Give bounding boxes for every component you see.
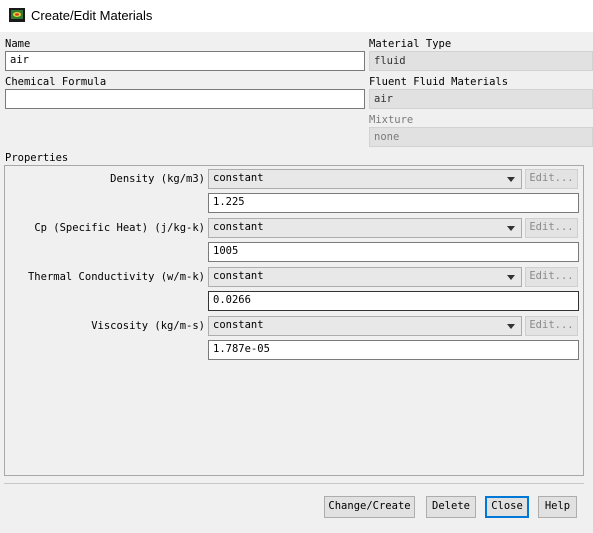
delete-button[interactable]: Delete (426, 496, 476, 518)
thermal-conductivity-method-select[interactable]: constant (208, 267, 522, 287)
chevron-down-icon (507, 324, 515, 329)
cp-value-input[interactable]: 1005 (208, 242, 579, 262)
viscosity-method-value: constant (213, 319, 264, 331)
window-title: Create/Edit Materials (31, 8, 153, 23)
chevron-down-icon (507, 226, 515, 231)
fluent-fluid-materials-label: Fluent Fluid Materials (369, 76, 509, 88)
fluent-fluid-materials-select[interactable]: air (369, 89, 593, 109)
properties-label: Properties (5, 152, 69, 164)
thermal-conductivity-value-input[interactable]: 0.0266 (208, 291, 579, 311)
cp-method-select[interactable]: constant (208, 218, 522, 238)
viscosity-label: Viscosity (kg/m-s) (91, 320, 205, 332)
mixture-select: none (369, 127, 593, 147)
chemical-formula-label: Chemical Formula (5, 76, 107, 88)
density-value-input[interactable]: 1.225 (208, 193, 579, 213)
cp-label: Cp (Specific Heat) (j/kg-k) (34, 222, 205, 234)
viscosity-value-input[interactable]: 1.787e-05 (208, 340, 579, 360)
chemical-formula-input[interactable] (5, 89, 365, 109)
density-label: Density (kg/m3) (110, 173, 205, 185)
thermal-conductivity-method-value: constant (213, 270, 264, 282)
thermal-conductivity-edit-button: Edit... (525, 267, 578, 287)
chevron-down-icon (507, 275, 515, 280)
cp-method-value: constant (213, 221, 264, 233)
chevron-down-icon (507, 177, 515, 182)
cp-edit-button: Edit... (525, 218, 578, 238)
bottom-separator (4, 483, 584, 484)
close-button[interactable]: Close (485, 496, 529, 518)
density-method-value: constant (213, 172, 264, 184)
material-type-label: Material Type (369, 38, 452, 50)
help-button[interactable]: Help (538, 496, 577, 518)
density-edit-button: Edit... (525, 169, 578, 189)
material-type-select[interactable]: fluid (369, 51, 593, 71)
name-input[interactable]: air (5, 51, 365, 71)
change-create-button[interactable]: Change/Create (324, 496, 415, 518)
viscosity-edit-button: Edit... (525, 316, 578, 336)
name-label: Name (5, 38, 31, 50)
viscosity-method-select[interactable]: constant (208, 316, 522, 336)
fluent-app-icon (9, 8, 25, 22)
thermal-conductivity-label: Thermal Conductivity (w/m-k) (27, 271, 205, 283)
mixture-label: Mixture (369, 114, 414, 126)
density-method-select[interactable]: constant (208, 169, 522, 189)
